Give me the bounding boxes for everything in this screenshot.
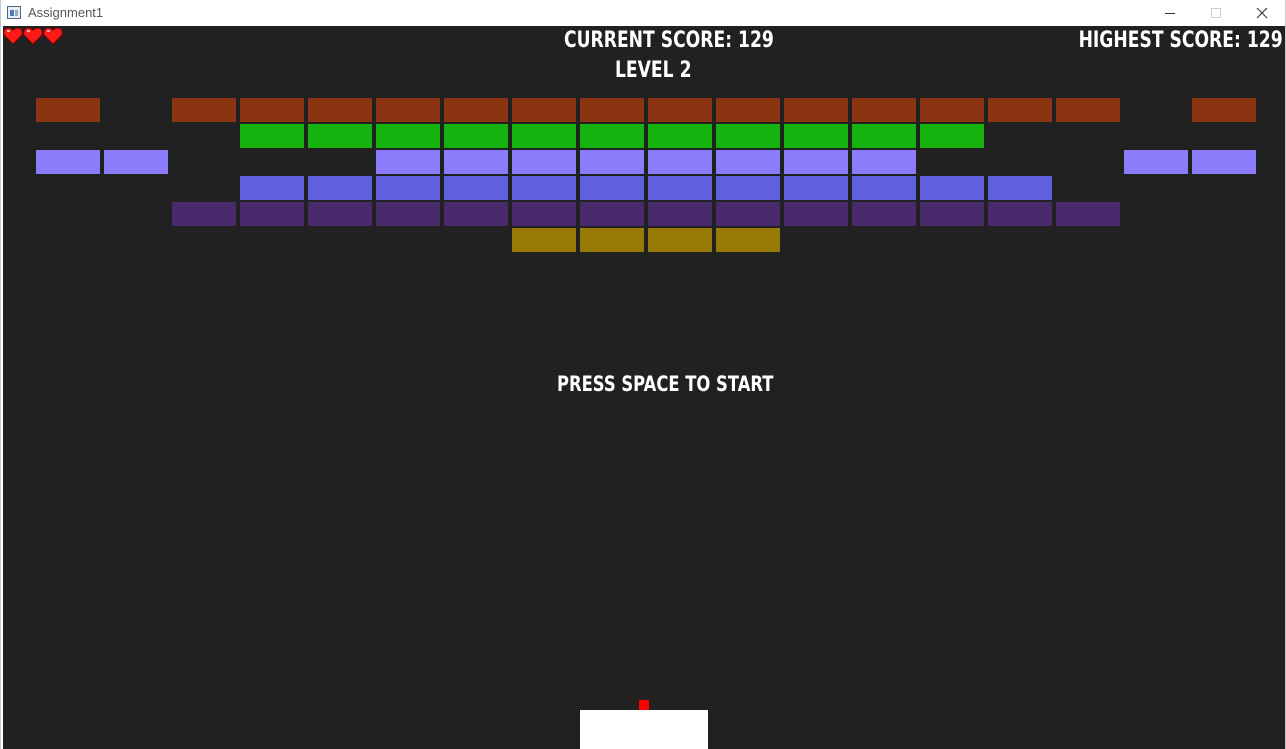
brick <box>580 98 644 122</box>
brick <box>784 124 848 148</box>
title-bar[interactable]: Assignment1 <box>1 0 1285 26</box>
lives-indicator <box>3 26 63 46</box>
brick <box>920 176 984 200</box>
brick <box>376 124 440 148</box>
heart-icon <box>3 27 23 45</box>
brick <box>852 176 916 200</box>
brick <box>988 98 1052 122</box>
brick <box>240 124 304 148</box>
game-window: Assignment1 CURRENT SCORE: 129 HIGHEST S… <box>0 0 1286 749</box>
brick <box>988 176 1052 200</box>
brick <box>1192 150 1256 174</box>
minimize-icon <box>1165 13 1175 14</box>
ball <box>639 700 649 710</box>
minimize-button[interactable] <box>1147 0 1193 26</box>
brick <box>444 98 508 122</box>
brick <box>580 202 644 226</box>
window-title: Assignment1 <box>28 5 104 20</box>
brick <box>376 176 440 200</box>
brick <box>308 124 372 148</box>
brick <box>1056 98 1120 122</box>
brick <box>444 176 508 200</box>
brick <box>172 202 236 226</box>
brick <box>920 202 984 226</box>
brick <box>648 176 712 200</box>
heart-icon <box>23 27 43 45</box>
brick <box>988 202 1052 226</box>
brick <box>784 150 848 174</box>
brick <box>512 202 576 226</box>
brick <box>648 98 712 122</box>
brick <box>580 150 644 174</box>
brick <box>172 98 236 122</box>
brick <box>580 124 644 148</box>
brick <box>376 202 440 226</box>
start-prompt: PRESS SPACE TO START <box>557 372 774 396</box>
brick <box>648 124 712 148</box>
brick <box>512 176 576 200</box>
window-app-icon <box>7 6 21 19</box>
brick <box>648 150 712 174</box>
brick <box>444 202 508 226</box>
maximize-icon <box>1211 8 1221 18</box>
brick <box>444 124 508 148</box>
brick <box>852 202 916 226</box>
brick <box>240 202 304 226</box>
close-icon <box>1256 7 1268 19</box>
brick <box>1056 202 1120 226</box>
brick <box>1192 98 1256 122</box>
maximize-button[interactable] <box>1193 0 1239 26</box>
brick <box>1124 150 1188 174</box>
brick <box>512 124 576 148</box>
current-score: CURRENT SCORE: 129 <box>564 28 774 53</box>
brick <box>716 98 780 122</box>
brick <box>852 98 916 122</box>
brick <box>920 98 984 122</box>
brick <box>580 228 644 252</box>
brick <box>716 228 780 252</box>
brick <box>784 98 848 122</box>
brick <box>512 150 576 174</box>
brick <box>648 228 712 252</box>
brick <box>376 150 440 174</box>
brick <box>308 176 372 200</box>
close-button[interactable] <box>1239 0 1285 26</box>
brick <box>240 98 304 122</box>
brick <box>104 150 168 174</box>
brick <box>716 176 780 200</box>
brick <box>852 124 916 148</box>
heart-icon <box>43 27 63 45</box>
brick <box>36 98 100 122</box>
brick <box>716 202 780 226</box>
highest-score: HIGHEST SCORE: 129 <box>1078 28 1283 53</box>
brick <box>36 150 100 174</box>
brick <box>716 124 780 148</box>
paddle[interactable] <box>580 710 708 749</box>
brick <box>852 150 916 174</box>
brick <box>920 124 984 148</box>
brick <box>308 202 372 226</box>
brick <box>308 98 372 122</box>
brick <box>784 202 848 226</box>
brick <box>580 176 644 200</box>
game-canvas[interactable]: CURRENT SCORE: 129 HIGHEST SCORE: 129 LE… <box>3 26 1285 749</box>
brick <box>444 150 508 174</box>
brick <box>512 98 576 122</box>
level-label: LEVEL 2 <box>615 58 692 83</box>
brick <box>784 176 848 200</box>
brick <box>376 98 440 122</box>
brick <box>648 202 712 226</box>
brick <box>240 176 304 200</box>
brick <box>716 150 780 174</box>
brick <box>512 228 576 252</box>
